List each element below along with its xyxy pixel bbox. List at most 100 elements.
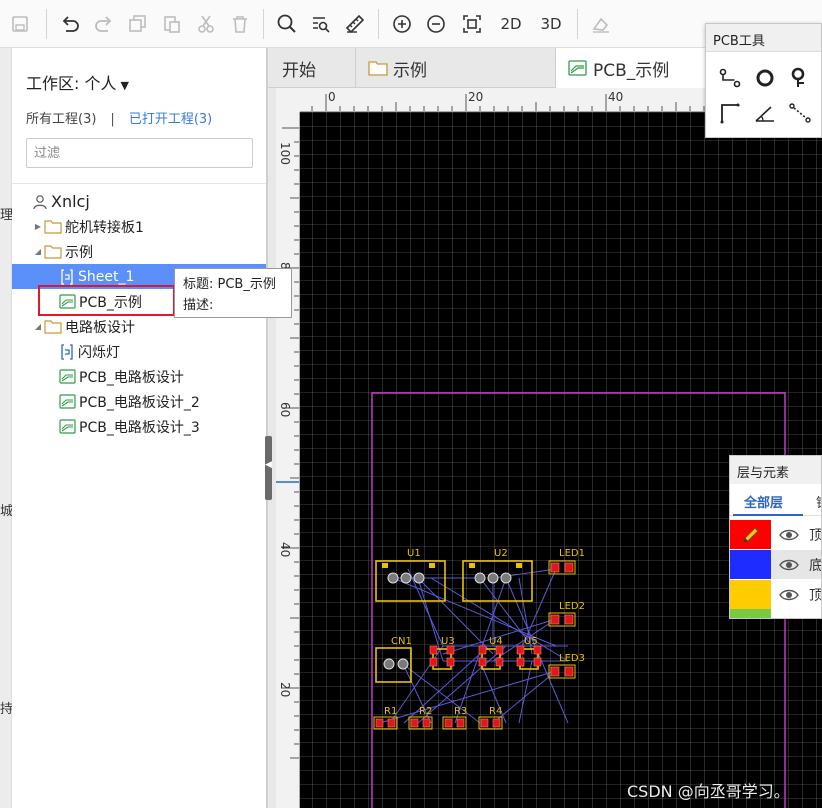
draw-line-button[interactable] — [718, 101, 742, 125]
angle-icon — [755, 106, 774, 122]
filter-input[interactable] — [26, 138, 253, 168]
redo-button[interactable] — [87, 0, 121, 48]
copy-button[interactable] — [121, 0, 155, 48]
measure-button[interactable] — [338, 0, 372, 48]
tree-item-project[interactable]: ▶ 舵机转接板1 — [12, 214, 266, 239]
paste-icon — [164, 15, 180, 33]
workspace-selector[interactable]: 工作区: 个人 ▼ — [26, 70, 129, 94]
draw-angle-button[interactable] — [753, 101, 777, 125]
eye-icon[interactable] — [779, 588, 799, 602]
chevron-left-icon: ◀ — [265, 460, 272, 470]
main-toolbar: 2D 3D — [0, 0, 822, 48]
tree-item-pcb[interactable]: PCB_电路板设计_3 — [12, 414, 266, 439]
pcb-icon — [568, 60, 587, 76]
layer-row[interactable]: 顶 — [730, 520, 822, 549]
tree-item-user[interactable]: Xnlcj — [12, 189, 266, 214]
paste-button[interactable] — [155, 0, 189, 48]
toolbar-divider — [577, 8, 578, 39]
folder-icon — [44, 244, 62, 259]
zoom-out-icon — [427, 14, 445, 33]
label-U5: U5 — [524, 636, 538, 647]
tree-item-label: 舵机转接板1 — [65, 219, 144, 236]
layer-color-swatch[interactable] — [730, 550, 771, 579]
collapse-panel-handle[interactable]: ◀ — [265, 436, 272, 500]
toolbar-divider — [46, 8, 47, 39]
expand-arrow-icon[interactable]: ▶ — [32, 222, 44, 231]
layer-color-swatch[interactable] — [730, 520, 771, 549]
tree-item-pcb[interactable]: PCB_电路板设计 — [12, 364, 266, 389]
vertical-ruler: 100 80 60 40 20 — [276, 112, 300, 808]
ratsnest-button[interactable] — [788, 101, 812, 125]
layer-row[interactable]: 顶 — [730, 580, 821, 609]
all-projects-link[interactable]: 所有工程(3) — [26, 112, 96, 127]
eye-icon[interactable] — [779, 558, 799, 572]
label-U3: U3 — [441, 636, 455, 647]
schematic-icon — [59, 343, 75, 360]
fit-view-icon — [463, 14, 481, 33]
place-via-button[interactable] — [753, 66, 777, 90]
tree-item-project[interactable]: ◢ 示例 — [12, 239, 266, 264]
layer-row[interactable]: 底 — [730, 550, 821, 579]
tree-item-label: Sheet_1 — [78, 268, 135, 285]
zoom-in-button[interactable] — [385, 0, 419, 48]
route-track-button[interactable] — [718, 66, 742, 90]
tab-layer-other[interactable]: 锁 — [810, 484, 821, 516]
toolbar-divider — [263, 8, 264, 39]
label-LED2: LED2 — [559, 601, 585, 612]
tab-label: PCB_示例 — [593, 60, 670, 81]
pcb-icon — [59, 369, 76, 384]
ruler-label: 0 — [328, 90, 336, 104]
undo-icon — [62, 15, 79, 32]
layers-panel: 层与元素 全部层 锁 顶 底 顶 — [729, 455, 822, 619]
clear-button[interactable] — [584, 0, 618, 48]
layer-color-swatch[interactable] — [730, 609, 771, 618]
layers-panel-title: 层与元素 — [730, 456, 821, 484]
collapse-arrow-icon[interactable]: ◢ — [32, 322, 44, 331]
pencil-icon — [742, 526, 759, 543]
ruler-label: 20 — [278, 682, 292, 698]
pcb-tools-title: PCB工具 — [706, 24, 821, 52]
ruler-label: 40 — [278, 542, 292, 558]
trash-icon — [233, 15, 247, 33]
workspace-title: 工作区: 个人 — [26, 74, 117, 93]
fit-view-button[interactable] — [453, 0, 491, 48]
find-list-button[interactable] — [304, 0, 338, 48]
layer-color-swatch[interactable] — [730, 580, 771, 609]
label-LED3: LED3 — [559, 653, 585, 664]
left-sidebar-strip: 理 城 持 — [0, 48, 13, 808]
project-panel: 工作区: 个人▼ 所有工程(3) | 已打开工程(3) Xnlcj ▶ 舵机转接板1… — [12, 48, 266, 808]
user-icon — [32, 194, 48, 210]
tree-item-label: PCB_电路板设计_3 — [79, 419, 200, 436]
delete-button[interactable] — [223, 0, 257, 48]
tree-item-label: PCB_电路板设计 — [79, 369, 184, 386]
tab-project[interactable]: 示例 — [356, 48, 556, 88]
ruler-label: 40 — [608, 90, 624, 104]
place-pad-button[interactable] — [788, 66, 812, 90]
search-button[interactable] — [270, 0, 304, 48]
view-3d-button[interactable]: 3D — [531, 0, 571, 48]
zoom-in-icon — [393, 14, 411, 33]
tree-item-schematic[interactable]: 闪烁灯 — [12, 339, 266, 364]
layers-tabs: 全部层 锁 — [730, 484, 821, 516]
undo-button[interactable] — [53, 0, 87, 48]
tab-all-layers[interactable]: 全部层 — [733, 484, 803, 516]
tree-item-pcb[interactable]: PCB_电路板设计_2 — [12, 389, 266, 414]
folder-icon — [44, 219, 62, 234]
folder-icon — [368, 60, 388, 76]
view-2d-button[interactable]: 2D — [491, 0, 531, 48]
save-icon — [12, 15, 28, 32]
eye-icon[interactable] — [779, 528, 799, 542]
eraser-icon — [592, 17, 609, 33]
label-R3: R3 — [454, 706, 468, 717]
pad-icon — [791, 67, 805, 87]
layer-name: 顶 — [809, 527, 822, 544]
collapse-arrow-icon[interactable]: ◢ — [32, 247, 44, 256]
tab-label: 示例 — [393, 60, 427, 81]
zoom-out-button[interactable] — [419, 0, 453, 48]
open-projects-link[interactable]: 已打开工程(3) — [129, 112, 212, 127]
pcb-icon — [59, 394, 76, 409]
cut-button[interactable] — [189, 0, 223, 48]
save-button[interactable] — [0, 0, 40, 48]
tab-start[interactable]: 开始 — [268, 48, 356, 88]
label-R4: R4 — [489, 706, 503, 717]
